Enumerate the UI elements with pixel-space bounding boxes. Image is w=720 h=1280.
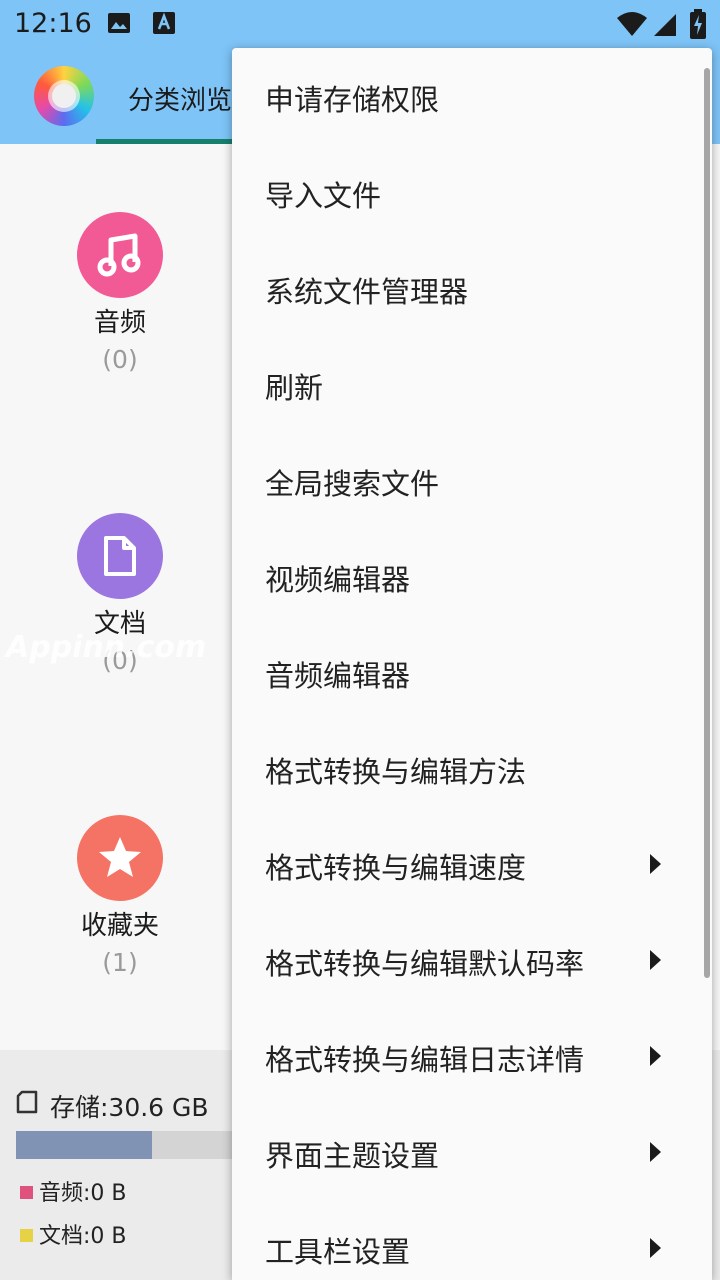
- legend-documents-swatch: [20, 1229, 33, 1242]
- app-logo-icon: [34, 66, 94, 126]
- watermark: Appinn.com: [6, 630, 207, 665]
- menu-item-label: 申请存储权限: [265, 83, 440, 117]
- menu-item-label: 视频编辑器: [265, 563, 411, 597]
- image-icon: [106, 10, 132, 40]
- menu-scrollbar[interactable]: [704, 68, 710, 978]
- category-name: 音频: [93, 308, 146, 338]
- category-favorites-circle: [77, 815, 163, 901]
- category-count: (1): [102, 948, 138, 977]
- a-text-icon: [152, 10, 176, 40]
- menu-item-system-file-manager[interactable]: 系统文件管理器: [232, 240, 712, 336]
- menu-item-import-files[interactable]: 导入文件: [232, 144, 712, 240]
- overflow-menu: 申请存储权限 导入文件 系统文件管理器 刷新 全局搜索文件 视频编辑器 音频编辑…: [232, 48, 712, 1280]
- legend-documents-label: 文档:0 B: [39, 1224, 127, 1249]
- sd-card-icon: [16, 1090, 38, 1118]
- music-note-icon: [97, 233, 141, 277]
- category-count: (0): [102, 345, 138, 374]
- menu-item-request-storage-permission[interactable]: 申请存储权限: [232, 48, 712, 144]
- menu-item-global-search[interactable]: 全局搜索文件: [232, 432, 712, 528]
- menu-item-label: 导入文件: [265, 179, 382, 213]
- menu-item-label: 格式转换与编辑默认码率: [265, 947, 585, 981]
- menu-item-audio-editor[interactable]: 音频编辑器: [232, 624, 712, 720]
- document-icon: [104, 536, 136, 576]
- submenu-arrow-icon: [650, 950, 661, 970]
- menu-item-theme-settings[interactable]: 界面主题设置: [232, 1104, 712, 1200]
- submenu-arrow-icon: [650, 1142, 661, 1162]
- menu-item-conversion-speed[interactable]: 格式转换与编辑速度: [232, 816, 712, 912]
- menu-item-conversion-method[interactable]: 格式转换与编辑方法: [232, 720, 712, 816]
- menu-item-label: 格式转换与编辑方法: [265, 755, 527, 789]
- storage-label: 存储:30.6 GB: [50, 1093, 209, 1122]
- star-icon: [99, 837, 141, 877]
- menu-item-video-editor[interactable]: 视频编辑器: [232, 528, 712, 624]
- menu-item-log-details[interactable]: 格式转换与编辑日志详情: [232, 1008, 712, 1104]
- wifi-icon: [616, 10, 648, 42]
- menu-item-label: 格式转换与编辑日志详情: [265, 1043, 585, 1077]
- status-time: 12:16: [14, 8, 92, 39]
- menu-item-refresh[interactable]: 刷新: [232, 336, 712, 432]
- menu-item-default-bitrate[interactable]: 格式转换与编辑默认码率: [232, 912, 712, 1008]
- menu-item-label: 工具栏设置: [265, 1235, 411, 1269]
- submenu-arrow-icon: [650, 1046, 661, 1066]
- category-name: 收藏夹: [80, 911, 159, 941]
- legend-audio: 音频:0 B: [20, 1175, 127, 1207]
- menu-item-label: 刷新: [265, 371, 324, 405]
- storage-usage-fill: [16, 1131, 152, 1159]
- menu-item-label: 格式转换与编辑速度: [265, 851, 527, 885]
- category-audio[interactable]: 音频 (0): [40, 212, 200, 374]
- submenu-arrow-icon: [650, 1238, 661, 1258]
- status-bar: 12:16: [0, 0, 720, 48]
- legend-audio-swatch: [20, 1186, 33, 1199]
- category-documents-circle: [77, 513, 163, 599]
- menu-item-label: 全局搜索文件: [265, 467, 440, 501]
- submenu-arrow-icon: [650, 854, 661, 874]
- legend-audio-label: 音频:0 B: [39, 1181, 127, 1206]
- menu-item-label: 系统文件管理器: [265, 275, 469, 309]
- battery-charging-icon: [690, 9, 706, 43]
- menu-item-label: 音频编辑器: [265, 659, 411, 693]
- signal-icon: [652, 12, 678, 42]
- category-audio-circle: [77, 212, 163, 298]
- tab-label: 分类浏览: [128, 86, 233, 116]
- menu-item-label: 界面主题设置: [265, 1139, 440, 1173]
- legend-documents: 文档:0 B: [20, 1218, 127, 1250]
- menu-item-toolbar-settings[interactable]: 工具栏设置: [232, 1200, 712, 1280]
- category-favorites[interactable]: 收藏夹 (1): [40, 815, 200, 977]
